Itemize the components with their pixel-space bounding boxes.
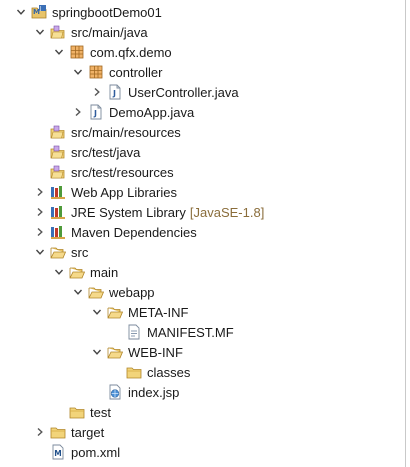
chevron-right-icon[interactable]: [33, 222, 47, 242]
chevron-down-icon[interactable]: [52, 42, 66, 62]
tree-item-manifest-mf[interactable]: MANIFEST.MF: [0, 322, 405, 342]
svg-text:J: J: [39, 6, 41, 12]
tree-item-label: test: [90, 404, 111, 420]
tree-item-label: JRE System Library: [71, 204, 186, 220]
tree-item-label: index.jsp: [128, 384, 180, 400]
chevron-down-icon[interactable]: [33, 242, 47, 262]
manifest-file-icon: [126, 324, 142, 340]
chevron-right-icon[interactable]: [33, 202, 47, 222]
tree-item-test[interactable]: test: [0, 402, 405, 422]
library-icon: [50, 184, 66, 200]
svg-text:M: M: [54, 449, 61, 458]
tree-item-maven-dependencies[interactable]: Maven Dependencies: [0, 222, 405, 242]
toggle-spacer: [33, 142, 47, 162]
folder-open-icon: [107, 304, 123, 320]
toggle-spacer: [33, 122, 47, 142]
toggle-spacer: [33, 162, 47, 182]
tree-item-label: UserController.java: [128, 84, 239, 100]
tree-item-web-inf[interactable]: WEB-INF: [0, 342, 405, 362]
tree-item-label: src/test/java: [71, 144, 141, 160]
folder-open-icon: [107, 344, 123, 360]
tree-item-springbootdemo01[interactable]: M JspringbootDemo01: [0, 2, 405, 22]
chevron-down-icon[interactable]: [52, 262, 66, 282]
tree-item-decoration: [JavaSE-1.8]: [189, 204, 265, 220]
package-icon: [88, 64, 104, 80]
svg-text:J: J: [112, 89, 116, 98]
tree-item-label: src/test/resources: [71, 164, 174, 180]
tree-item-usercontroller-java[interactable]: J UserController.java: [0, 82, 405, 102]
tree-item-target[interactable]: target: [0, 422, 405, 442]
maven-project-icon: MJ: [31, 4, 47, 20]
tree-item-label: classes: [147, 364, 191, 380]
chevron-down-icon[interactable]: [33, 22, 47, 42]
tree-item-src[interactable]: src: [0, 242, 405, 262]
tree-item-label: com.qfx.demo: [90, 44, 172, 60]
chevron-right-icon[interactable]: [90, 82, 104, 102]
source-folder-icon: [50, 164, 66, 180]
tree-item-label: src: [71, 244, 89, 260]
folder-icon: [50, 424, 66, 440]
tree-item-label: src/main/java: [71, 24, 148, 40]
svg-text:M: M: [33, 8, 40, 16]
chevron-down-icon[interactable]: [71, 62, 85, 82]
folder-open-icon: [50, 244, 66, 260]
tree-item-label: META-INF: [128, 304, 189, 320]
tree-item-demoapp-java[interactable]: J DemoApp.java: [0, 102, 405, 122]
tree-item-src-main-java[interactable]: src/main/java: [0, 22, 405, 42]
java-file-icon: J: [107, 84, 123, 100]
toggle-spacer: [109, 362, 123, 382]
tree-item-com-qfx-demo[interactable]: com.qfx.demo: [0, 42, 405, 62]
tree-item-label: springbootDemo01: [52, 4, 162, 20]
package-icon: [69, 44, 85, 60]
tree-item-label: Maven Dependencies: [71, 224, 197, 240]
chevron-down-icon[interactable]: [90, 302, 104, 322]
tree-item-jre-system-library[interactable]: JRE System Library [JavaSE-1.8]: [0, 202, 405, 222]
tree-item-main[interactable]: main: [0, 262, 405, 282]
chevron-right-icon[interactable]: [71, 102, 85, 122]
tree-item-label: Web App Libraries: [71, 184, 177, 200]
toggle-spacer: [52, 402, 66, 422]
tree-item-label: main: [90, 264, 119, 280]
project-explorer-tree: M JspringbootDemo01 src/main/java com.qfx.d…: [0, 0, 406, 467]
maven-pom-icon: M: [50, 444, 66, 460]
folder-open-icon: [69, 264, 85, 280]
chevron-right-icon[interactable]: [33, 422, 47, 442]
tree-item-classes[interactable]: classes: [0, 362, 405, 382]
folder-icon: [69, 404, 85, 420]
tree-item-label: DemoApp.java: [109, 104, 195, 120]
tree-item-label: webapp: [109, 284, 155, 300]
tree-item-controller[interactable]: controller: [0, 62, 405, 82]
source-folder-icon: [50, 144, 66, 160]
tree-item-label: MANIFEST.MF: [147, 324, 234, 340]
tree-item-pom-xml[interactable]: Mpom.xml: [0, 442, 405, 462]
java-file-icon: J: [88, 104, 104, 120]
toggle-spacer: [90, 382, 104, 402]
chevron-down-icon[interactable]: [14, 2, 28, 22]
toggle-spacer: [33, 442, 47, 462]
tree-item-label: pom.xml: [71, 444, 121, 460]
toggle-spacer: [109, 322, 123, 342]
chevron-down-icon[interactable]: [90, 342, 104, 362]
tree-item-src-main-resources[interactable]: src/main/resources: [0, 122, 405, 142]
tree-item-web-app-libraries[interactable]: Web App Libraries: [0, 182, 405, 202]
library-icon: [50, 224, 66, 240]
chevron-down-icon[interactable]: [71, 282, 85, 302]
svg-text:J: J: [93, 109, 97, 118]
chevron-right-icon[interactable]: [33, 182, 47, 202]
tree-item-label: controller: [109, 64, 163, 80]
tree-item-index-jsp[interactable]: index.jsp: [0, 382, 405, 402]
tree-item-label: target: [71, 424, 105, 440]
tree-item-webapp[interactable]: webapp: [0, 282, 405, 302]
folder-open-icon: [88, 284, 104, 300]
tree-item-meta-inf[interactable]: META-INF: [0, 302, 405, 322]
tree-item-label: src/main/resources: [71, 124, 181, 140]
folder-icon: [126, 364, 142, 380]
tree-item-src-test-java[interactable]: src/test/java: [0, 142, 405, 162]
library-icon: [50, 204, 66, 220]
jsp-file-icon: [107, 384, 123, 400]
tree-item-label: WEB-INF: [128, 344, 183, 360]
source-folder-icon: [50, 24, 66, 40]
tree-item-src-test-resources[interactable]: src/test/resources: [0, 162, 405, 182]
source-folder-icon: [50, 124, 66, 140]
